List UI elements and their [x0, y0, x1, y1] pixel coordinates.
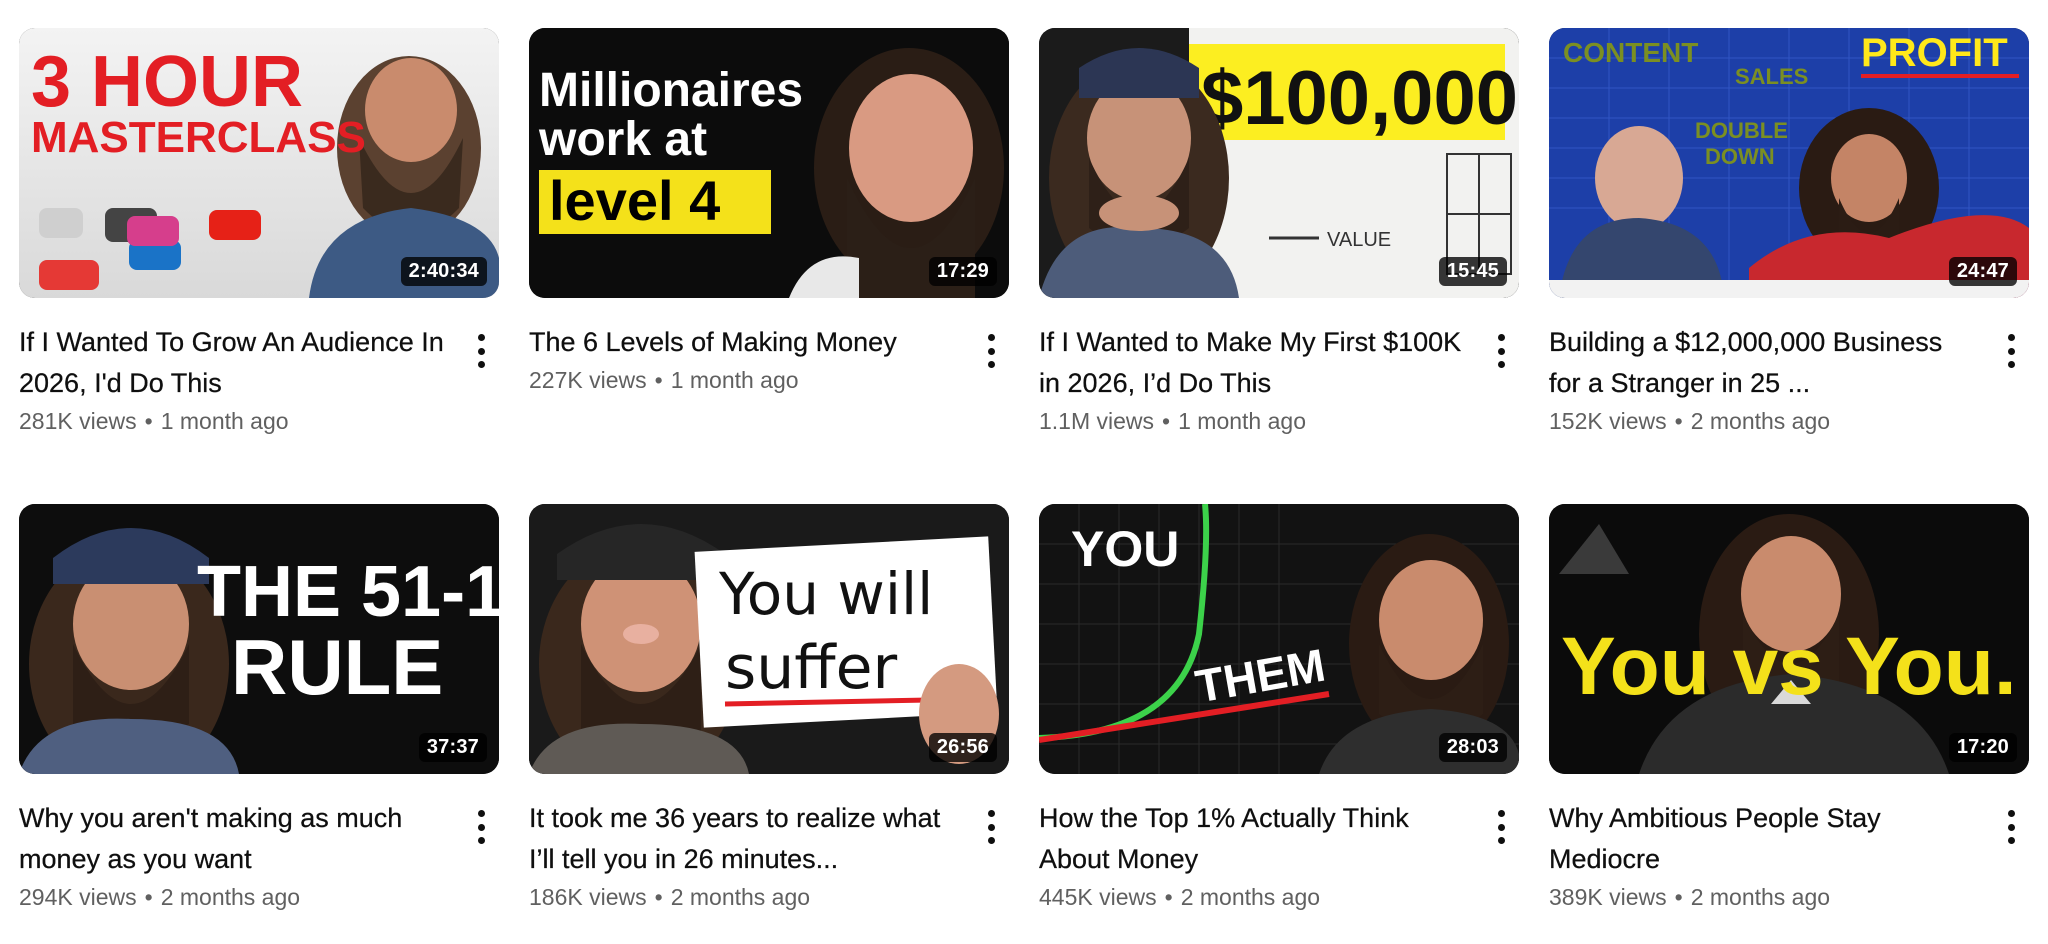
vertical-ellipsis-icon[interactable] [469, 334, 493, 368]
upload-age: 1 month ago [670, 367, 799, 393]
video-card[interactable]: CONTENT SALES PROFIT DOUBLE DOWN 24:47 B… [1549, 28, 2029, 438]
view-count: 294K views [19, 884, 137, 910]
separator: • [1164, 884, 1173, 910]
separator: • [144, 884, 153, 910]
thumb-text: level 4 [549, 169, 720, 232]
view-count: 186K views [529, 884, 647, 910]
vertical-ellipsis-icon[interactable] [1489, 334, 1513, 368]
thumb-text: THE 51-1 [197, 552, 499, 632]
view-count: 389K views [1549, 884, 1667, 910]
video-meta: Why Ambitious People Stay Mediocre 389K … [1549, 774, 2029, 914]
video-thumbnail[interactable]: You vs You. 17:20 [1549, 504, 2029, 774]
video-grid: 3 HOUR MASTERCLASS 2:40:34 If I Wanted T… [0, 0, 2048, 944]
upload-age: 1 month ago [160, 408, 289, 434]
video-meta: If I Wanted to Make My First $100K in 20… [1039, 298, 1519, 438]
duration-badge: 15:45 [1438, 257, 1507, 286]
video-title[interactable]: Why you aren't making as much money as y… [19, 798, 451, 880]
video-stats: 152K views • 2 months ago [1549, 404, 1981, 438]
thumb-text: VALUE [1327, 229, 1391, 251]
thumb-text: DOUBLE [1695, 118, 1788, 143]
video-title[interactable]: The 6 Levels of Making Money [529, 322, 961, 363]
video-card[interactable]: Millionaires work at level 4 17:29 The 6… [529, 28, 1009, 397]
vertical-ellipsis-icon[interactable] [1489, 810, 1513, 844]
upload-age: 2 months ago [1690, 884, 1831, 910]
video-thumbnail[interactable]: YOU THEM 28:03 [1039, 504, 1519, 774]
video-stats: 445K views • 2 months ago [1039, 880, 1471, 914]
separator: • [654, 367, 663, 393]
thumb-text: PROFIT [1861, 31, 2008, 75]
thumb-text: DOWN [1705, 144, 1775, 169]
separator: • [144, 408, 153, 434]
duration-badge: 28:03 [1438, 733, 1507, 762]
vertical-ellipsis-icon[interactable] [469, 810, 493, 844]
video-title[interactable]: If I Wanted To Grow An Audience In 2026,… [19, 322, 451, 404]
separator: • [1162, 408, 1171, 434]
upload-age: 2 months ago [1180, 884, 1321, 910]
video-title[interactable]: If I Wanted to Make My First $100K in 20… [1039, 322, 1471, 404]
video-thumbnail[interactable]: Millionaires work at level 4 17:29 [529, 28, 1009, 298]
video-card[interactable]: You vs You. 17:20 Why Ambitious People S… [1549, 504, 2029, 914]
video-meta: It took me 36 years to realize what I’ll… [529, 774, 1009, 914]
vertical-ellipsis-icon[interactable] [1999, 334, 2023, 368]
vertical-ellipsis-icon[interactable] [979, 334, 1003, 368]
video-stats: 227K views • 1 month ago [529, 363, 961, 397]
video-stats: 281K views • 1 month ago [19, 404, 451, 438]
video-card[interactable]: You will suffer 26:56 It took me 36 year… [529, 504, 1009, 914]
duration-badge: 26:56 [928, 733, 997, 762]
video-stats: 1.1M views • 1 month ago [1039, 404, 1471, 438]
video-meta: Building a $12,000,000 Business for a St… [1549, 298, 2029, 438]
view-count: 445K views [1039, 884, 1157, 910]
view-count: 281K views [19, 408, 137, 434]
separator: • [654, 884, 663, 910]
video-card[interactable]: $100,000 VALUE 15:45 If I Wanted to Make… [1039, 28, 1519, 438]
video-thumbnail[interactable]: CONTENT SALES PROFIT DOUBLE DOWN 24:47 [1549, 28, 2029, 298]
video-title[interactable]: Why Ambitious People Stay Mediocre [1549, 798, 1981, 880]
upload-age: 1 month ago [1178, 408, 1306, 434]
video-thumbnail[interactable]: You will suffer 26:56 [529, 504, 1009, 774]
view-count: 1.1M views [1039, 408, 1155, 434]
video-thumbnail[interactable]: 3 HOUR MASTERCLASS 2:40:34 [19, 28, 499, 298]
duration-badge: 17:20 [1948, 733, 2017, 762]
thumb-text: $100,000 [1201, 56, 1518, 141]
view-count: 152K views [1549, 408, 1667, 434]
video-meta: Why you aren't making as much money as y… [19, 774, 499, 914]
video-thumbnail[interactable]: $100,000 VALUE 15:45 [1039, 28, 1519, 298]
video-meta: If I Wanted To Grow An Audience In 2026,… [19, 298, 499, 438]
view-count: 227K views [529, 367, 647, 393]
upload-age: 2 months ago [160, 884, 301, 910]
video-card[interactable]: THE 51-1 RULE 37:37 Why you aren't makin… [19, 504, 499, 914]
video-card[interactable]: YOU THEM 28:03 How the Top 1% Actually T… [1039, 504, 1519, 914]
video-stats: 294K views • 2 months ago [19, 880, 451, 914]
video-title[interactable]: Building a $12,000,000 Business for a St… [1549, 322, 1981, 404]
video-meta: How the Top 1% Actually Think About Mone… [1039, 774, 1519, 914]
video-stats: 389K views • 2 months ago [1549, 880, 1981, 914]
video-meta: The 6 Levels of Making Money 227K views •… [529, 298, 1009, 397]
video-title[interactable]: How the Top 1% Actually Think About Mone… [1039, 798, 1471, 880]
video-title[interactable]: It took me 36 years to realize what I’ll… [529, 798, 961, 880]
duration-badge: 24:47 [1948, 257, 2017, 286]
thumb-text: You will [718, 560, 933, 628]
upload-age: 2 months ago [1690, 408, 1831, 434]
vertical-ellipsis-icon[interactable] [979, 810, 1003, 844]
thumb-text: SALES [1735, 64, 1808, 89]
thumb-text: RULE [231, 623, 443, 711]
video-card[interactable]: 3 HOUR MASTERCLASS 2:40:34 If I Wanted T… [19, 28, 499, 438]
thumb-text: YOU [1071, 521, 1179, 577]
separator: • [1674, 884, 1683, 910]
duration-badge: 17:29 [928, 257, 997, 286]
video-stats: 186K views • 2 months ago [529, 880, 961, 914]
thumb-text: MASTERCLASS [31, 113, 366, 162]
thumb-text: CONTENT [1563, 37, 1698, 68]
thumb-text: 3 HOUR [31, 42, 303, 122]
vertical-ellipsis-icon[interactable] [1999, 810, 2023, 844]
thumb-text: work at [538, 113, 707, 166]
duration-badge: 37:37 [418, 733, 487, 762]
thumb-text: Millionaires [539, 64, 803, 117]
upload-age: 2 months ago [670, 884, 811, 910]
thumb-text: suffer [725, 633, 898, 703]
duration-badge: 2:40:34 [400, 257, 487, 286]
thumb-text: You vs You. [1561, 621, 2017, 712]
video-thumbnail[interactable]: THE 51-1 RULE 37:37 [19, 504, 499, 774]
separator: • [1674, 408, 1683, 434]
